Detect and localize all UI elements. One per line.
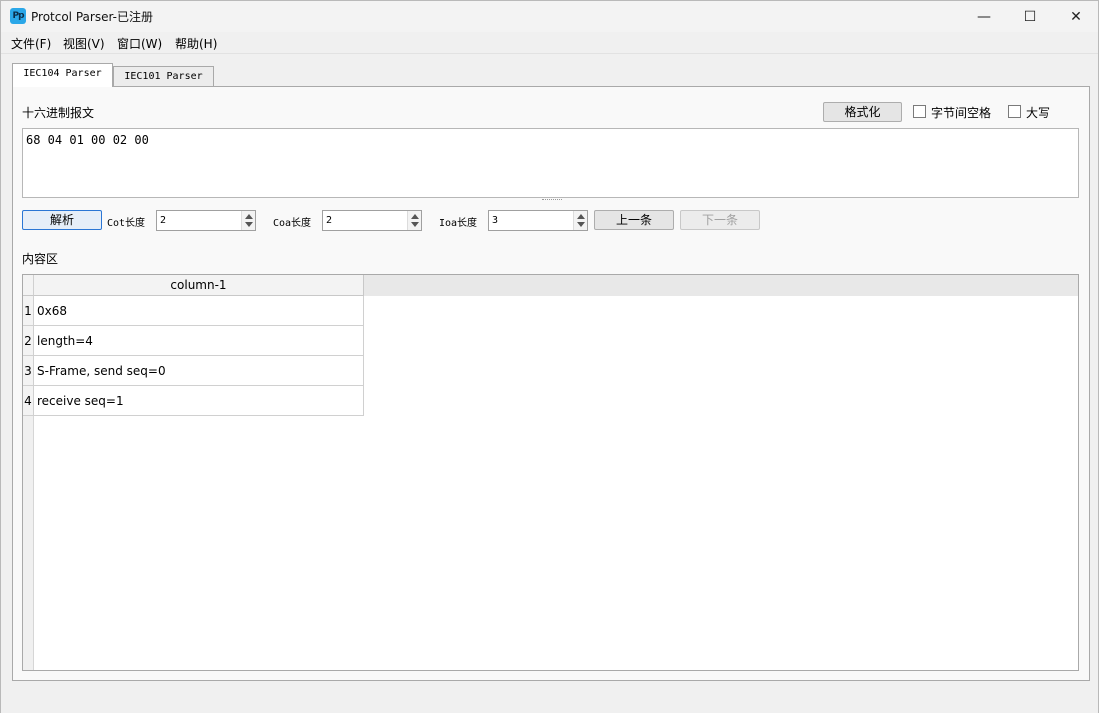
title-bar[interactable]: Pp Protcol Parser-已注册 — ☐ ✕: [1, 1, 1098, 32]
coa-length-spinbox[interactable]: 2: [322, 210, 422, 231]
maximize-button[interactable]: ☐: [1007, 1, 1053, 32]
status-bar: [1, 691, 1098, 713]
table-cell[interactable]: 0x68: [34, 296, 364, 326]
parse-button[interactable]: 解析: [22, 210, 102, 230]
next-button[interactable]: 下一条: [680, 210, 760, 230]
row-number[interactable]: 1: [23, 296, 34, 326]
coa-spin-arrows[interactable]: [407, 211, 421, 230]
tab-iec104-parser[interactable]: IEC104 Parser: [12, 63, 113, 87]
ioa-length-spinbox[interactable]: 3: [488, 210, 588, 231]
menu-file[interactable]: 文件(F): [11, 35, 51, 52]
window-title: Protcol Parser-已注册: [31, 10, 153, 24]
table-row[interactable]: 3 S-Frame, send seq=0: [23, 356, 364, 386]
splitter-handle[interactable]: [542, 199, 562, 201]
hex-message-label: 十六进制报文: [22, 106, 95, 120]
coa-length-label: Coa长度: [273, 218, 312, 229]
table-corner[interactable]: [23, 275, 34, 296]
spin-down-icon[interactable]: [577, 222, 585, 227]
row-number[interactable]: 2: [23, 326, 34, 356]
content-area-label: 内容区: [22, 252, 59, 266]
table-row[interactable]: 1 0x68: [23, 296, 364, 326]
table-cell[interactable]: length=4: [34, 326, 364, 356]
cot-length-label: Cot长度: [107, 218, 146, 229]
menu-bar: 文件(F) 视图(V) 窗口(W) 帮助(H): [1, 32, 1098, 54]
app-window: Pp Protcol Parser-已注册 — ☐ ✕ 文件(F) 视图(V) …: [0, 0, 1099, 713]
byte-space-label: 字节间空格: [931, 106, 992, 120]
spin-up-icon[interactable]: [577, 214, 585, 219]
app-icon: Pp: [10, 8, 26, 24]
byte-space-checkbox[interactable]: [913, 105, 926, 118]
format-button[interactable]: 格式化: [823, 102, 902, 122]
spin-down-icon[interactable]: [411, 222, 419, 227]
hex-message-input[interactable]: 68 04 01 00 02 00: [22, 128, 1079, 198]
column-header[interactable]: column-1: [34, 275, 364, 296]
ioa-length-label: Ioa长度: [439, 218, 478, 229]
minimize-button[interactable]: —: [961, 1, 1007, 32]
table-row[interactable]: 4 receive seq=1: [23, 386, 364, 416]
spin-down-icon[interactable]: [245, 222, 253, 227]
ioa-spin-arrows[interactable]: [573, 211, 587, 230]
table-row[interactable]: 2 length=4: [23, 326, 364, 356]
uppercase-label: 大写: [1026, 106, 1051, 120]
coa-length-value: 2: [326, 215, 333, 226]
uppercase-checkbox[interactable]: [1008, 105, 1021, 118]
menu-help[interactable]: 帮助(H): [175, 35, 217, 52]
tab-iec101-parser[interactable]: IEC101 Parser: [113, 66, 214, 88]
row-number[interactable]: 4: [23, 386, 34, 416]
cot-spin-arrows[interactable]: [241, 211, 255, 230]
table-cell[interactable]: S-Frame, send seq=0: [34, 356, 364, 386]
cot-length-value: 2: [160, 215, 167, 226]
row-number[interactable]: 3: [23, 356, 34, 386]
menu-window[interactable]: 窗口(W): [117, 35, 162, 52]
table-cell[interactable]: receive seq=1: [34, 386, 364, 416]
close-button[interactable]: ✕: [1053, 1, 1099, 32]
spin-up-icon[interactable]: [245, 214, 253, 219]
menu-view[interactable]: 视图(V): [63, 35, 105, 52]
ioa-length-value: 3: [492, 215, 499, 226]
previous-button[interactable]: 上一条: [594, 210, 674, 230]
spin-up-icon[interactable]: [411, 214, 419, 219]
result-table[interactable]: column-1 1 0x68 2 length=4 3 S-Frame, se…: [22, 274, 1079, 671]
cot-length-spinbox[interactable]: 2: [156, 210, 256, 231]
